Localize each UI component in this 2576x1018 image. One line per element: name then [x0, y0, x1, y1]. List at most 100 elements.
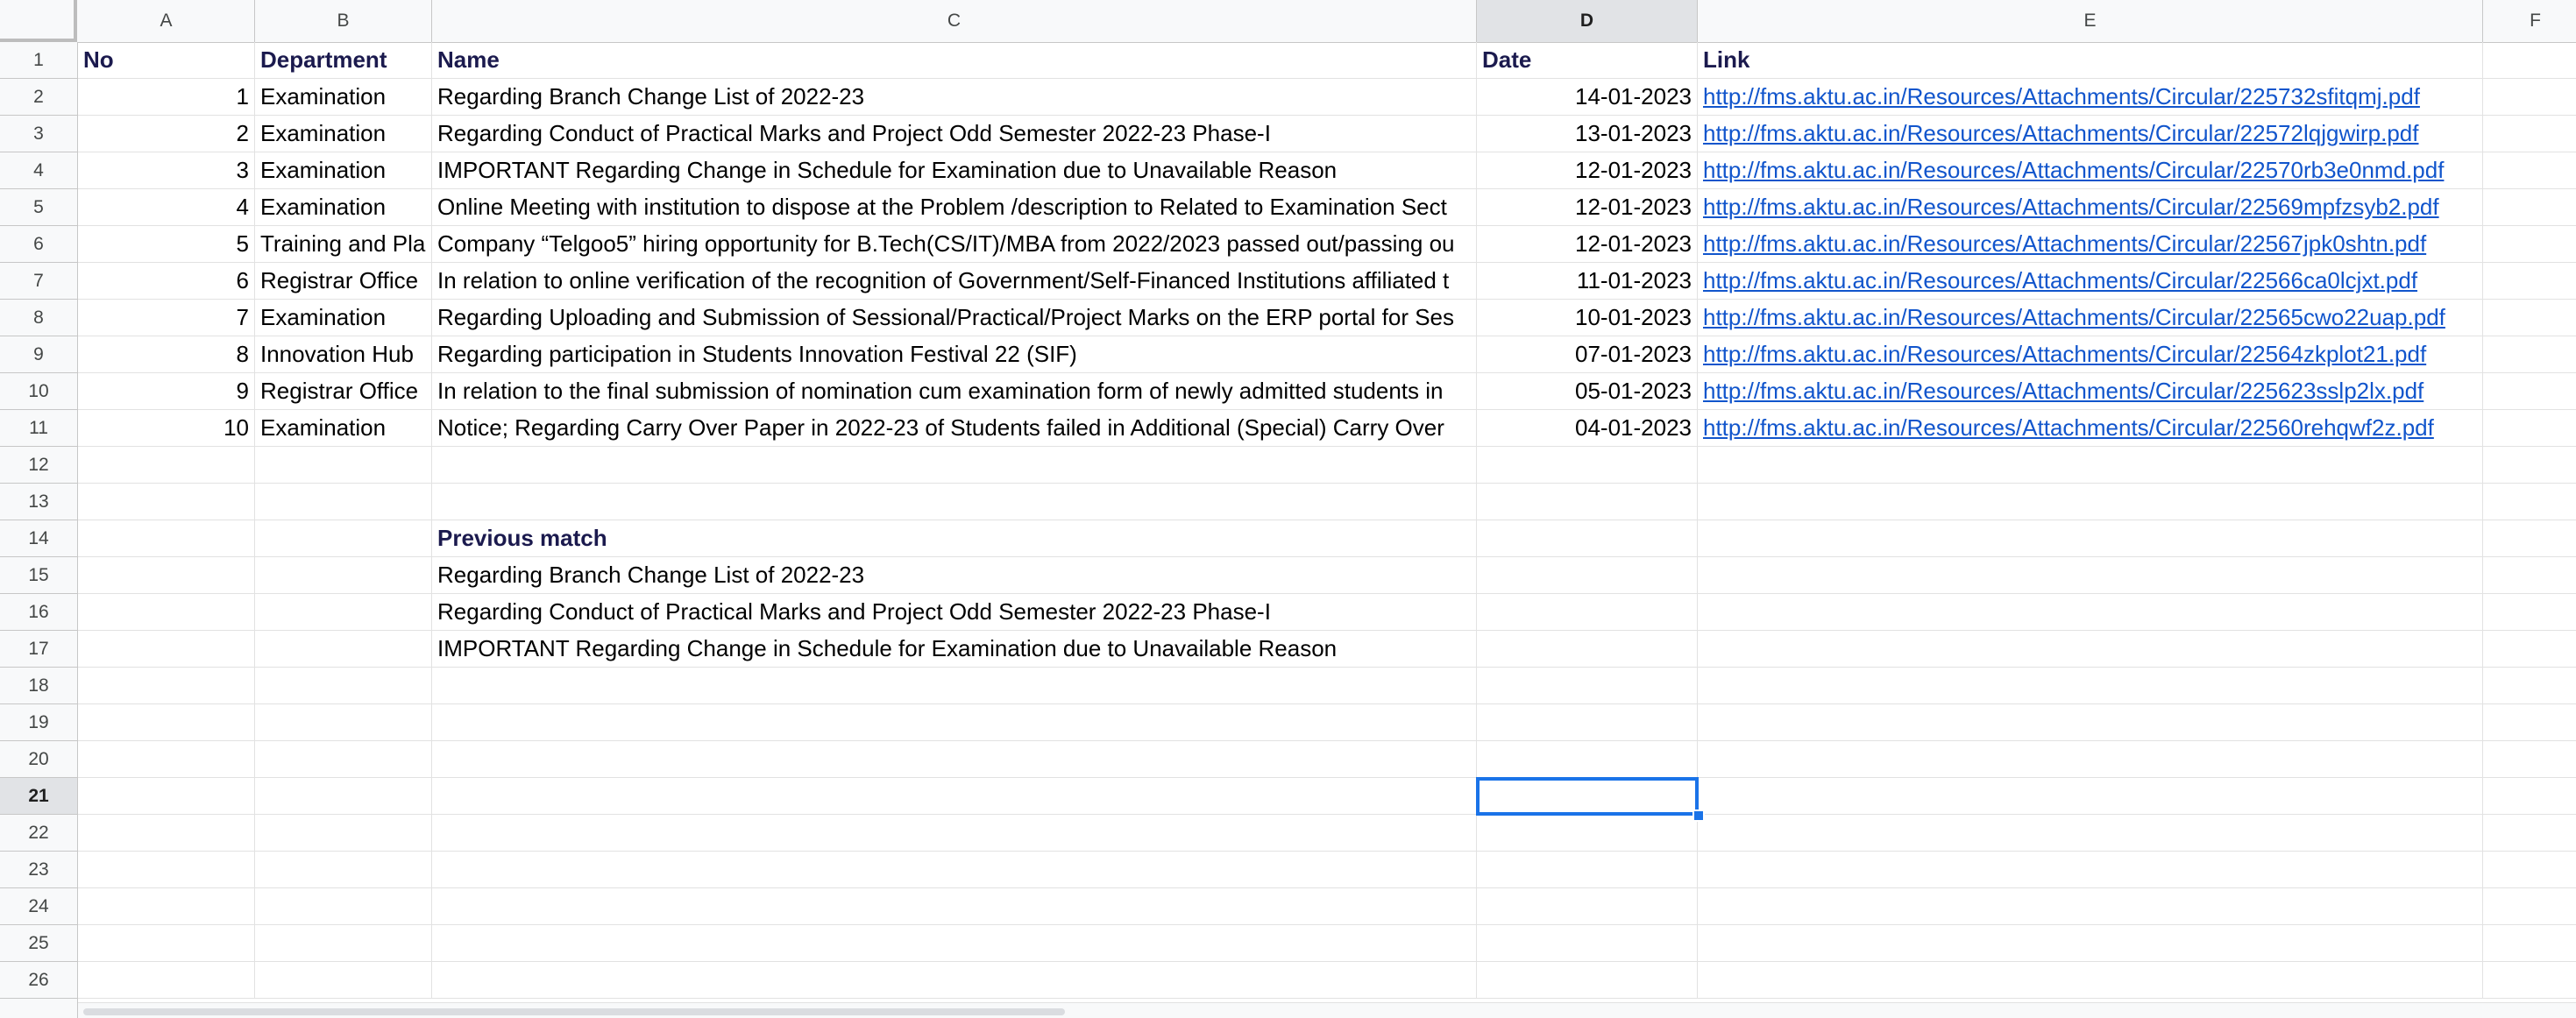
cell[interactable]: [1477, 888, 1698, 925]
cell-date[interactable]: 11-01-2023: [1477, 263, 1698, 300]
cell-no[interactable]: 2: [78, 116, 255, 152]
cell-no[interactable]: 3: [78, 152, 255, 189]
spreadsheet[interactable]: ABCDEF 1 2 3 4 5 6 7 8 9 10 11 12 13 14 15 16 17 18 19 20 21…: [0, 0, 2576, 1018]
cell[interactable]: [2483, 815, 2576, 852]
row-header-25[interactable]: 25: [0, 925, 77, 962]
row-header-10[interactable]: 10: [0, 373, 77, 410]
cell[interactable]: [1698, 447, 2483, 484]
row-header-2[interactable]: 2: [0, 79, 77, 116]
cell[interactable]: [255, 631, 432, 668]
header-cell-link[interactable]: Link: [1698, 42, 2483, 79]
cell[interactable]: [78, 778, 255, 815]
row-header-1[interactable]: 1: [0, 42, 77, 79]
cell[interactable]: [2483, 336, 2576, 373]
row-header-7[interactable]: 7: [0, 263, 77, 300]
cell[interactable]: [78, 888, 255, 925]
header-cell-name[interactable]: Name: [432, 42, 1477, 79]
cell[interactable]: [78, 815, 255, 852]
cell[interactable]: [1698, 852, 2483, 888]
cell[interactable]: [1698, 888, 2483, 925]
cell[interactable]: [2483, 520, 2576, 557]
cell[interactable]: [2483, 484, 2576, 520]
cell[interactable]: [255, 888, 432, 925]
cell-no[interactable]: 6: [78, 263, 255, 300]
cell[interactable]: [255, 704, 432, 741]
cell[interactable]: [1477, 631, 1698, 668]
cell-date[interactable]: 10-01-2023: [1477, 300, 1698, 336]
cell-department[interactable]: Examination: [255, 300, 432, 336]
cell[interactable]: [432, 704, 1477, 741]
row-header-14[interactable]: 14: [0, 520, 77, 557]
cell[interactable]: [1698, 484, 2483, 520]
cell[interactable]: [2483, 778, 2576, 815]
cell-no[interactable]: 10: [78, 410, 255, 447]
cell-link[interactable]: http://fms.aktu.ac.in/Resources/Attachme…: [1698, 152, 2483, 189]
cell[interactable]: [255, 962, 432, 999]
cell-name[interactable]: Regarding Branch Change List of 2022-23: [432, 79, 1477, 116]
cell[interactable]: [78, 447, 255, 484]
cell-no[interactable]: 1: [78, 79, 255, 116]
row-header-15[interactable]: 15: [0, 557, 77, 594]
cell[interactable]: [2483, 189, 2576, 226]
row-header-22[interactable]: 22: [0, 815, 77, 852]
row-header-5[interactable]: 5: [0, 189, 77, 226]
cell[interactable]: [1477, 557, 1698, 594]
cell-name[interactable]: Regarding Uploading and Submission of Se…: [432, 300, 1477, 336]
cell[interactable]: [2483, 704, 2576, 741]
cell-link[interactable]: http://fms.aktu.ac.in/Resources/Attachme…: [1698, 189, 2483, 226]
row-header-6[interactable]: 6: [0, 226, 77, 263]
row-header-16[interactable]: 16: [0, 594, 77, 631]
cell[interactable]: [2483, 447, 2576, 484]
cell-grid[interactable]: No Department Name Date Link 1 Examination Rega…: [78, 42, 2576, 1018]
row-header-11[interactable]: 11: [0, 410, 77, 447]
cell-link[interactable]: http://fms.aktu.ac.in/Resources/Attachme…: [1698, 263, 2483, 300]
cell[interactable]: [1477, 962, 1698, 999]
row-header-26[interactable]: 26: [0, 962, 77, 999]
cell[interactable]: [2483, 263, 2576, 300]
cell-date[interactable]: 12-01-2023: [1477, 189, 1698, 226]
column-header-c[interactable]: C: [432, 0, 1477, 42]
cell[interactable]: [2483, 888, 2576, 925]
cell[interactable]: [1698, 704, 2483, 741]
cell[interactable]: [2483, 925, 2576, 962]
cell[interactable]: [2483, 594, 2576, 631]
cell-name[interactable]: Online Meeting with institution to dispo…: [432, 189, 1477, 226]
cell-name[interactable]: IMPORTANT Regarding Change in Schedule f…: [432, 152, 1477, 189]
previous-match-item[interactable]: Regarding Branch Change List of 2022-23: [432, 557, 1477, 594]
cell-name[interactable]: In relation to the final submission of n…: [432, 373, 1477, 410]
cell[interactable]: [1698, 594, 2483, 631]
cell[interactable]: [1698, 520, 2483, 557]
cell[interactable]: [1698, 778, 2483, 815]
cell[interactable]: [1698, 741, 2483, 778]
cell[interactable]: [2483, 116, 2576, 152]
cell-no[interactable]: 8: [78, 336, 255, 373]
cell[interactable]: [432, 778, 1477, 815]
column-header-f[interactable]: F: [2483, 0, 2576, 42]
cell[interactable]: [78, 668, 255, 704]
cell[interactable]: [78, 741, 255, 778]
row-header-4[interactable]: 4: [0, 152, 77, 189]
header-cell-no[interactable]: No: [78, 42, 255, 79]
cell-link[interactable]: http://fms.aktu.ac.in/Resources/Attachme…: [1698, 373, 2483, 410]
cell-name[interactable]: Regarding participation in Students Inno…: [432, 336, 1477, 373]
header-cell-department[interactable]: Department: [255, 42, 432, 79]
cell-no[interactable]: 9: [78, 373, 255, 410]
row-header-13[interactable]: 13: [0, 484, 77, 520]
cell-name[interactable]: Notice; Regarding Carry Over Paper in 20…: [432, 410, 1477, 447]
select-all-corner[interactable]: [0, 0, 77, 42]
cell[interactable]: [1477, 852, 1698, 888]
cell[interactable]: [1477, 484, 1698, 520]
cell[interactable]: [1477, 520, 1698, 557]
cell-date[interactable]: 05-01-2023: [1477, 373, 1698, 410]
cell[interactable]: [255, 557, 432, 594]
selected-cell[interactable]: [1476, 777, 1699, 816]
scrollbar-thumb[interactable]: [83, 1008, 1065, 1015]
cell[interactable]: [255, 925, 432, 962]
header-cell-date[interactable]: Date: [1477, 42, 1698, 79]
cell-name[interactable]: In relation to online verification of th…: [432, 263, 1477, 300]
cell[interactable]: [432, 484, 1477, 520]
cell[interactable]: [78, 704, 255, 741]
cell[interactable]: [1477, 668, 1698, 704]
cell[interactable]: [2483, 631, 2576, 668]
cell[interactable]: [1477, 594, 1698, 631]
